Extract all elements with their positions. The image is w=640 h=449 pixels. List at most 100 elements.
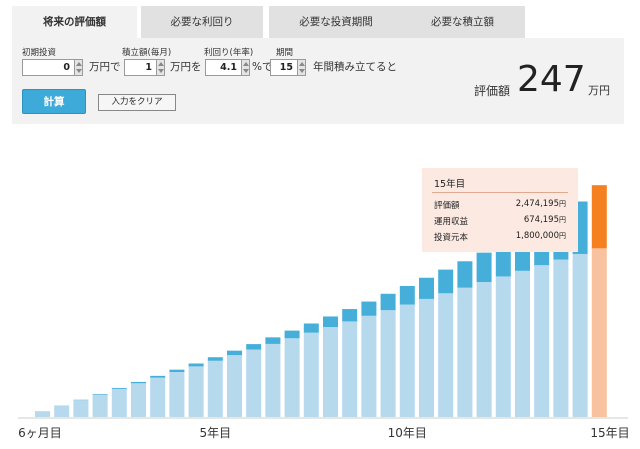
gain-bar[interactable] xyxy=(265,337,281,344)
x-tick-label: 10年目 xyxy=(388,426,427,440)
principal-bar[interactable] xyxy=(476,282,492,417)
tooltip-amount: 2,474,195円 xyxy=(515,199,566,209)
principal-bar[interactable] xyxy=(419,298,434,417)
initial-investment-unit: 万円で xyxy=(89,61,121,73)
gain-bar[interactable] xyxy=(457,261,473,288)
principal-bar[interactable] xyxy=(457,287,473,417)
tooltip-label: 評価額 xyxy=(434,201,460,211)
gain-bar[interactable] xyxy=(323,316,338,328)
tooltip-divider xyxy=(432,192,568,193)
principal-bar[interactable] xyxy=(73,400,89,417)
principal-bar[interactable] xyxy=(515,270,530,417)
x-tick-label: 15年目 xyxy=(590,426,629,440)
monthly-contribution-unit: 万円を xyxy=(170,61,202,73)
gain-bar[interactable] xyxy=(227,350,242,356)
gain-bar[interactable] xyxy=(399,286,415,305)
period-unit: 年間積み立てると xyxy=(313,61,397,73)
gain-bar[interactable] xyxy=(380,293,396,311)
gain-bar[interactable] xyxy=(342,309,358,322)
stepper-up-icon xyxy=(299,62,305,66)
return-rate-label: 利回り(年率) xyxy=(204,48,254,58)
principal-bar[interactable] xyxy=(35,411,50,417)
principal-bar[interactable] xyxy=(111,388,127,417)
initial-investment-label: 初期投資 xyxy=(22,48,57,58)
principal-bar[interactable] xyxy=(246,349,262,417)
stepper-up-icon xyxy=(243,62,249,66)
principal-bar[interactable] xyxy=(265,343,281,417)
stepper-down-icon xyxy=(158,69,164,73)
principal-bar[interactable] xyxy=(92,394,108,417)
tooltip-row-gain: 運用収益 674,195円 xyxy=(434,215,566,227)
period-input[interactable] xyxy=(270,59,298,76)
result-label: 評価額 xyxy=(474,84,511,98)
gain-bar[interactable] xyxy=(207,357,223,361)
tab-required-period[interactable]: 必要な投資期間 xyxy=(269,6,403,38)
result-value: 247 xyxy=(517,59,586,100)
tooltip-amount: 674,195円 xyxy=(523,215,566,225)
initial-investment-stepper[interactable] xyxy=(74,59,83,76)
gain-bar[interactable] xyxy=(92,393,108,395)
principal-bar[interactable] xyxy=(188,366,204,417)
result-unit: 万円 xyxy=(588,84,610,97)
gain-bar[interactable] xyxy=(131,381,146,384)
return-rate-input[interactable] xyxy=(205,59,242,76)
principal-bar[interactable] xyxy=(169,372,185,417)
gain-bar[interactable] xyxy=(111,387,127,389)
initial-investment-input[interactable] xyxy=(22,59,75,76)
gain-bar[interactable] xyxy=(361,301,377,316)
principal-bar[interactable] xyxy=(380,310,396,417)
chart-ticks: 6ヶ月目 5年目 10年目 15年目 xyxy=(18,426,629,440)
stepper-up-icon xyxy=(158,62,164,66)
stepper-down-icon xyxy=(299,69,305,73)
period-label: 期間 xyxy=(276,48,294,58)
principal-bar[interactable] xyxy=(150,377,166,417)
principal-bar[interactable] xyxy=(54,405,70,417)
principal-bar[interactable] xyxy=(591,248,607,417)
tooltip-label: 投資元本 xyxy=(434,233,469,243)
return-rate-stepper[interactable] xyxy=(241,59,250,76)
principal-bar[interactable] xyxy=(399,304,415,417)
gain-bar[interactable] xyxy=(246,344,262,350)
principal-bar[interactable] xyxy=(227,355,242,417)
tab-required-return[interactable]: 必要な利回り xyxy=(141,6,263,38)
tooltip-title: 15年目 xyxy=(434,179,466,190)
principal-bar[interactable] xyxy=(572,253,588,417)
x-tick-label: 5年目 xyxy=(199,426,231,440)
gain-bar[interactable] xyxy=(169,369,185,373)
principal-bar[interactable] xyxy=(284,338,300,417)
clear-input-button[interactable]: 入力をクリア xyxy=(98,94,176,111)
stepper-up-icon xyxy=(76,62,82,66)
principal-bar[interactable] xyxy=(361,315,377,417)
principal-bar[interactable] xyxy=(323,327,338,417)
x-tick-label: 6ヶ月目 xyxy=(18,426,62,440)
principal-bar[interactable] xyxy=(495,276,511,417)
gain-bar[interactable] xyxy=(303,323,319,333)
gain-bar[interactable] xyxy=(438,269,454,294)
gain-bar[interactable] xyxy=(591,185,607,249)
principal-bar[interactable] xyxy=(207,360,223,417)
principal-bar[interactable] xyxy=(303,332,319,417)
stepper-down-icon xyxy=(243,69,249,73)
tooltip-row-value: 評価額 2,474,195円 xyxy=(434,199,566,211)
tooltip-amount: 1,800,000円 xyxy=(515,231,566,241)
gain-bar[interactable] xyxy=(188,363,204,367)
principal-bar[interactable] xyxy=(534,265,550,417)
gain-bar[interactable] xyxy=(150,375,166,378)
period-stepper[interactable] xyxy=(297,59,306,76)
gain-bar[interactable] xyxy=(284,330,300,339)
principal-bar[interactable] xyxy=(553,259,569,417)
principal-bar[interactable] xyxy=(131,383,146,417)
tab-required-contribution[interactable]: 必要な積立額 xyxy=(400,6,525,38)
input-panel: 初期投資 万円で 積立額(毎月) 万円を 利回り(年率) %で 期間 年間積み立… xyxy=(12,38,624,124)
calculate-button[interactable]: 計算 xyxy=(22,89,86,114)
gain-bar[interactable] xyxy=(419,277,434,299)
principal-bar[interactable] xyxy=(438,293,454,417)
stepper-down-icon xyxy=(76,69,82,73)
principal-bar[interactable] xyxy=(342,321,358,417)
monthly-contribution-stepper[interactable] xyxy=(156,59,165,76)
monthly-contribution-input[interactable] xyxy=(124,59,157,76)
chart-tooltip: 15年目 評価額 2,474,195円 運用収益 674,195円 投資元本 1… xyxy=(422,168,578,252)
gain-bar[interactable] xyxy=(476,252,492,283)
calculator-tabs: 将来の評価額 必要な利回り 必要な投資期間 必要な積立額 xyxy=(12,6,624,38)
tab-future-value[interactable]: 将来の評価額 xyxy=(12,6,137,38)
